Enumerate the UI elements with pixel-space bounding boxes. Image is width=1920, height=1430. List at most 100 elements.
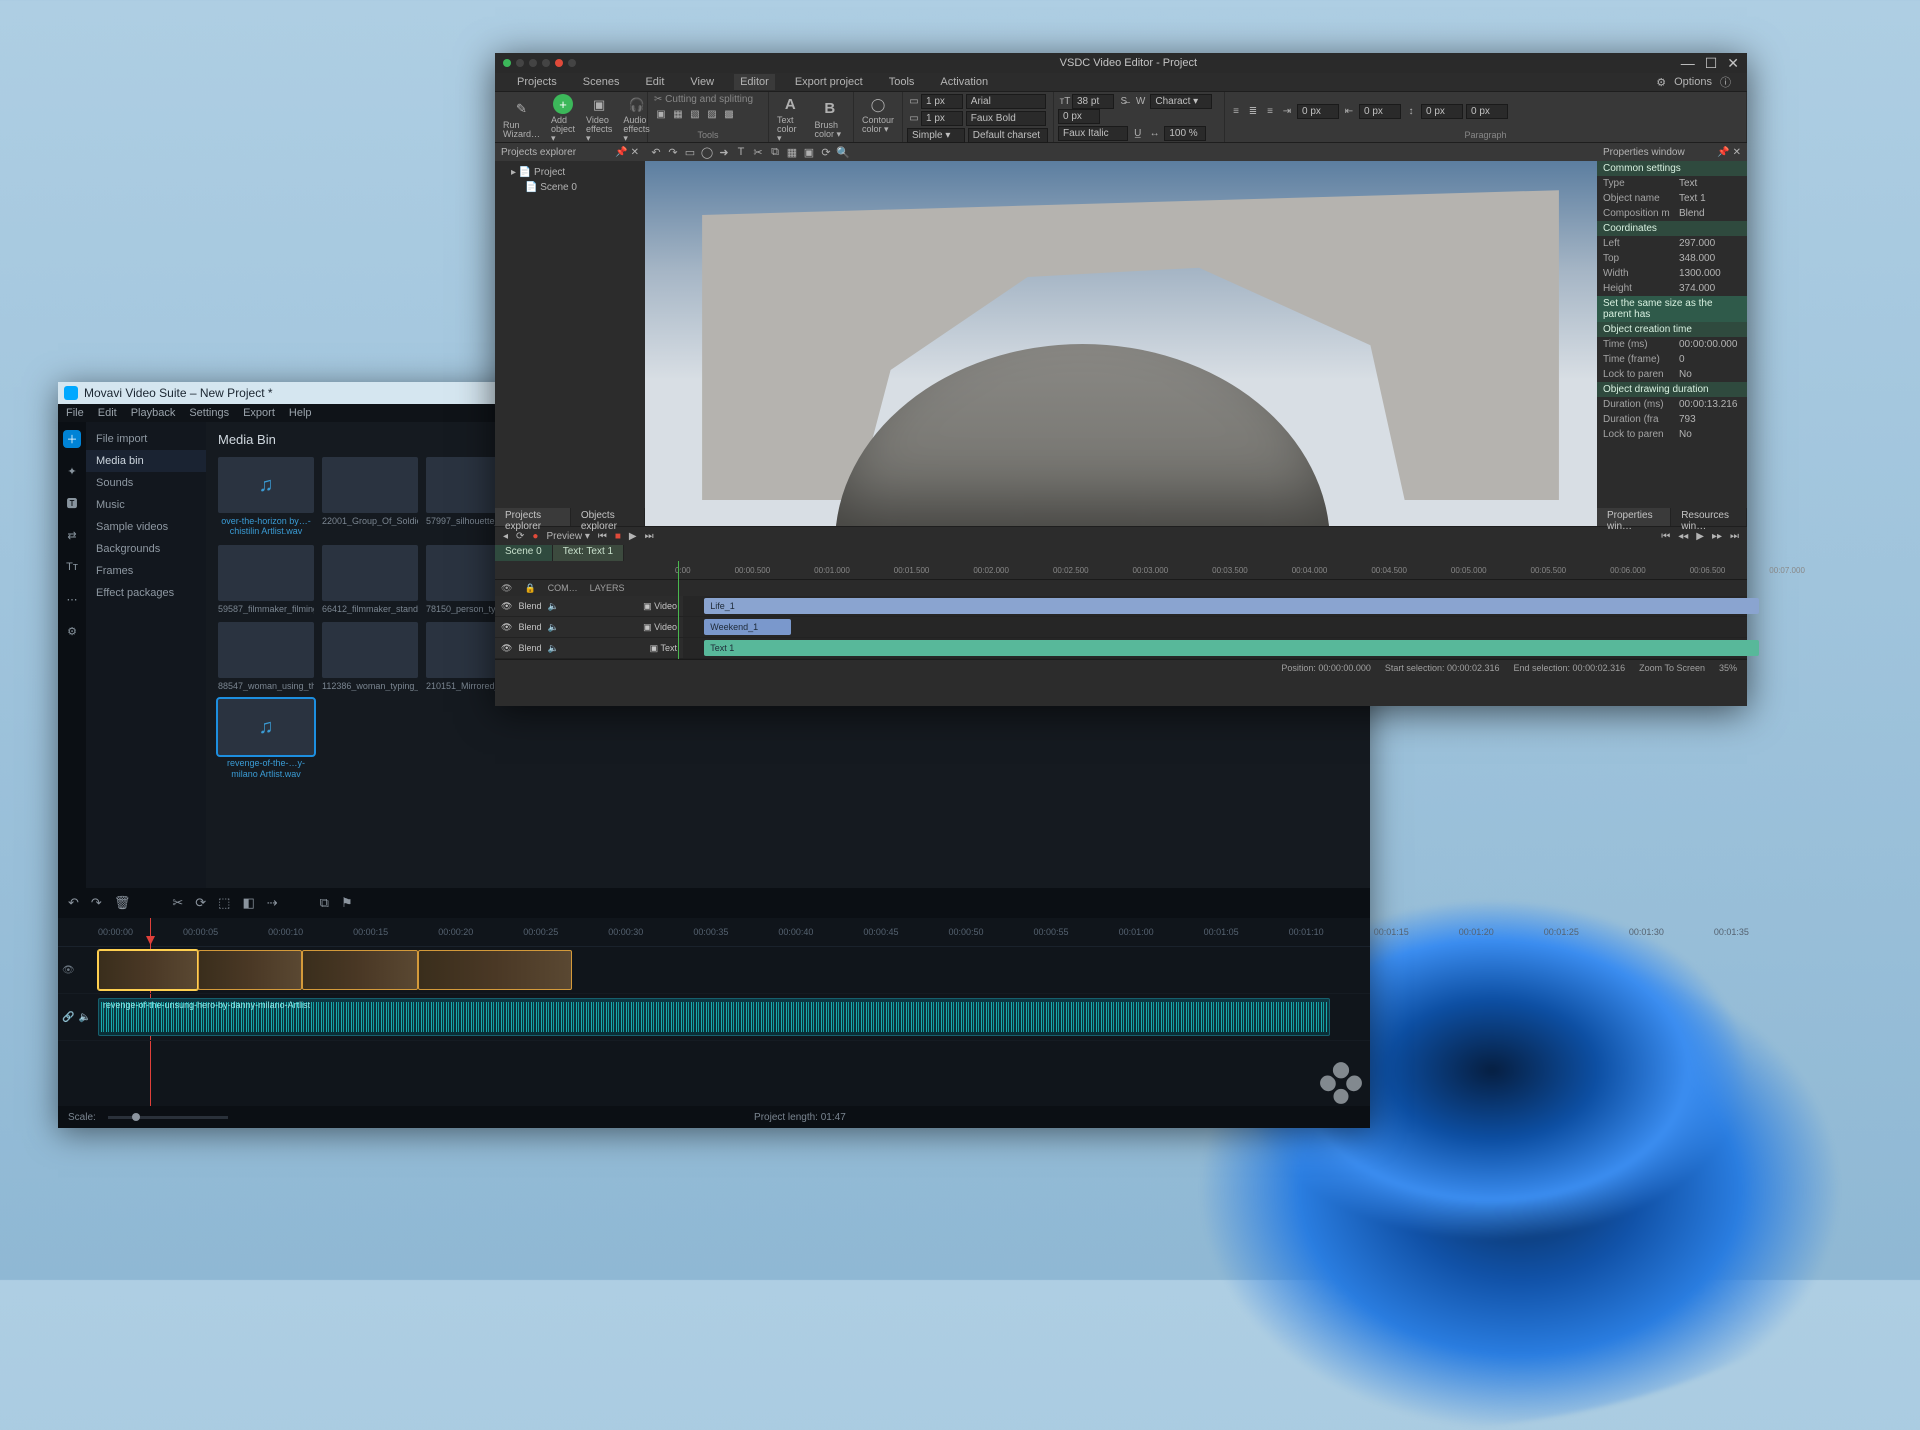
tool-icon-1[interactable]: ▣ [654, 107, 668, 121]
outdent-icon[interactable]: ⇤ [1342, 104, 1356, 118]
video-clip-3[interactable] [302, 950, 418, 990]
align-center-icon[interactable]: ≣ [1246, 104, 1260, 118]
tool-icon-5[interactable]: ▩ [722, 107, 736, 121]
color-icon[interactable]: ◧ [242, 895, 254, 911]
status-zoom[interactable]: Zoom To Screen [1639, 663, 1705, 673]
ct-icon-6[interactable]: T [734, 145, 748, 159]
properties-list[interactable]: Common settings TypeText Object nameText… [1597, 161, 1747, 508]
side-music[interactable]: Music [86, 494, 206, 516]
ct-icon-2[interactable]: ↷ [666, 145, 680, 159]
props-pin-icon[interactable]: 📌 [1717, 147, 1729, 158]
close-icon[interactable]: ✕ [1727, 55, 1739, 72]
vsdc-canvas[interactable] [645, 161, 1597, 526]
para-sp2[interactable]: 0 px [1359, 104, 1401, 119]
pct-input[interactable]: 100 % [1164, 126, 1206, 141]
border1-input[interactable]: 1 px [921, 94, 963, 109]
vp-end-icon[interactable]: ⏭ [645, 531, 654, 542]
rail-filters-icon[interactable]: ✦ [63, 462, 81, 480]
gear-icon[interactable]: ⚙ [1656, 76, 1666, 89]
right-tab-resources[interactable]: Resources win… [1671, 508, 1747, 526]
tl-tab-scene[interactable]: Scene 0 [495, 545, 553, 561]
video-clip-2[interactable] [198, 950, 302, 990]
tab-activation[interactable]: Activation [934, 74, 994, 90]
para-sp1[interactable]: 0 px [1297, 104, 1339, 119]
tlh-lock-icon[interactable]: 🔒 [524, 583, 535, 594]
para-sp3[interactable]: 0 px [1421, 104, 1463, 119]
video-clip-1[interactable] [98, 950, 198, 990]
align-left-icon[interactable]: ≡ [1229, 104, 1243, 118]
rail-text-icon[interactable]: Tт [63, 558, 81, 576]
side-backgrounds[interactable]: Backgrounds [86, 538, 206, 560]
audio-track[interactable]: 🔗🔈 revenge-of-the-unsung-hero-by-danny-m… [58, 994, 1370, 1041]
menu-file[interactable]: File [66, 407, 84, 419]
run-wizard-button[interactable]: ✎Run Wizard… [499, 97, 544, 141]
track-visibility-icon[interactable]: 👁 [62, 965, 75, 976]
align-right-icon[interactable]: ≡ [1263, 104, 1277, 118]
ct-icon-5[interactable]: ➜ [717, 145, 731, 159]
qa-icon-6[interactable] [568, 59, 576, 67]
char-sp-input[interactable]: 0 px [1058, 109, 1100, 124]
timeline-ruler[interactable]: 00:00:0000:00:0500:00:1000:00:1500:00:20… [58, 918, 1370, 947]
vsdc-playhead[interactable] [678, 561, 679, 659]
media-thumb[interactable]: 66412_filmmaker_standing_on_a_rock_film… [322, 545, 418, 614]
tab-editor[interactable]: Editor [734, 74, 775, 90]
under-icon[interactable]: U̲ [1131, 127, 1145, 141]
track-link-icon[interactable]: 🔗 [62, 1012, 74, 1023]
crop-icon[interactable]: ⬚ [218, 895, 230, 911]
kern-icon[interactable]: ↔ [1148, 127, 1162, 141]
menu-edit[interactable]: Edit [98, 407, 117, 419]
tree-scene[interactable]: 📄 Scene 0 [499, 180, 641, 195]
options-button[interactable]: Options [1674, 76, 1712, 88]
vp-begin-icon[interactable]: ⏮ [1661, 531, 1670, 542]
ct-icon-12[interactable]: 🔍 [836, 145, 850, 159]
tab-export[interactable]: Export project [789, 74, 869, 90]
tab-tools[interactable]: Tools [883, 74, 921, 90]
add-object-button[interactable]: +Add object ▾ [547, 92, 579, 145]
vp-play2-icon[interactable]: ▶ [1696, 531, 1704, 542]
panel-pin-icon[interactable]: 📌 [615, 147, 627, 158]
ct-icon-8[interactable]: ⧉ [768, 145, 782, 159]
menu-export[interactable]: Export [243, 407, 275, 419]
font-size-input[interactable]: 38 pt [1072, 94, 1114, 109]
line-sp-icon[interactable]: ↕ [1404, 104, 1418, 118]
vsdc-ruler[interactable]: 0:0000:00.50000:01.00000:01.50000:02.000… [495, 561, 1747, 580]
media-thumb[interactable]: ♫over-the-horizon by…-chistilin Artlist.… [218, 457, 314, 537]
fontsize-icon[interactable]: тT [1058, 95, 1072, 109]
tab-projects[interactable]: Projects [511, 74, 563, 90]
tool-icon-4[interactable]: ▨ [705, 107, 719, 121]
btn-same-size[interactable]: Set the same size as the parent has [1597, 296, 1747, 322]
qa-icon-4[interactable] [542, 59, 550, 67]
preview-dropdown[interactable]: Preview ▾ [546, 531, 589, 542]
tab-edit[interactable]: Edit [639, 74, 670, 90]
marker-icon[interactable]: ⚑ [341, 895, 353, 911]
strike-icon[interactable]: S̶ [1117, 95, 1131, 109]
para-sp4[interactable]: 0 px [1466, 104, 1508, 119]
ct-icon-3[interactable]: ▭ [683, 145, 697, 159]
vsdc-title-bar[interactable]: VSDC Video Editor - Project — ☐ ✕ [495, 53, 1747, 73]
ct-icon-11[interactable]: ⟳ [819, 145, 833, 159]
style-select[interactable]: Simple ▾ [907, 128, 965, 143]
redo-icon[interactable]: ↷ [91, 895, 102, 911]
menu-settings[interactable]: Settings [189, 407, 229, 419]
media-thumb[interactable]: 112386_woman_typing_on_a_lap_top_in_a… [322, 622, 418, 691]
vp-prev-icon[interactable]: ◂ [503, 531, 508, 542]
charset-select[interactable]: Default charset [968, 128, 1048, 143]
help-icon[interactable]: ⓘ [1720, 74, 1731, 90]
rotate-icon[interactable]: ⟳ [195, 895, 206, 911]
tlh-eye-icon[interactable]: 👁 [501, 583, 512, 594]
faux-italic-toggle[interactable]: Faux Italic [1058, 126, 1128, 141]
ct-icon-4[interactable]: ◯ [700, 145, 714, 159]
ct-icon-9[interactable]: ▦ [785, 145, 799, 159]
tl-tab-text[interactable]: Text: Text 1 [553, 545, 624, 561]
maximize-icon[interactable]: ☐ [1705, 55, 1718, 72]
contour-color-button[interactable]: ◯Contour color ▾ [858, 92, 898, 136]
tab-scenes[interactable]: Scenes [577, 74, 626, 90]
vsdc-timeline[interactable]: Scene 0 Text: Text 1 0:0000:00.50000:01.… [495, 545, 1747, 659]
charact-select[interactable]: Charact ▾ [1150, 94, 1212, 109]
vsdc-track[interactable]: 👁Blend🔈▣ VideoLife_1 [495, 596, 1747, 617]
border1-icon[interactable]: ▭ [907, 95, 921, 109]
brush-color-button[interactable]: BBrush color ▾ [810, 97, 849, 141]
cut-icon[interactable]: ✂ [172, 895, 183, 911]
side-media-bin[interactable]: Media bin [86, 450, 206, 472]
border2-icon[interactable]: ▭ [907, 112, 921, 126]
